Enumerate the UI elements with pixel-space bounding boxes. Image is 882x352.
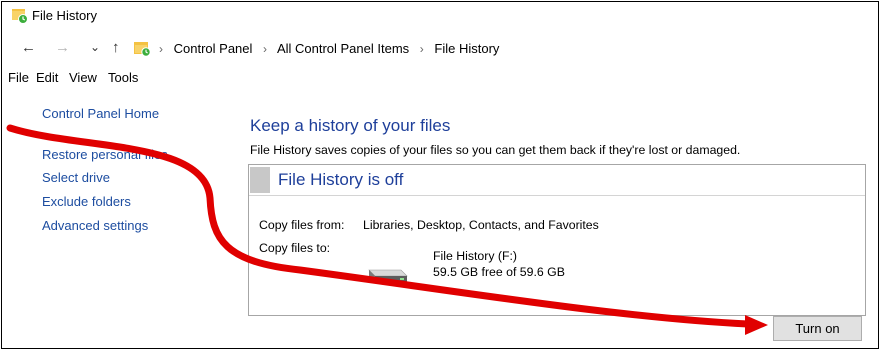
copy-to-label: Copy files to: [259, 241, 331, 255]
title-bar: File History [2, 2, 878, 30]
file-history-icon [12, 9, 28, 24]
status-panel: File History is off Copy files from: Lib… [248, 164, 866, 316]
sidebar-item-restore-personal-files[interactable]: Restore personal files [42, 147, 168, 162]
menu-tools[interactable]: Tools [108, 70, 138, 85]
drive-free-space: 59.5 GB free of 59.6 GB [433, 265, 565, 279]
menu-bar: File Edit View Tools [2, 67, 878, 89]
breadcrumb-separator: › [159, 42, 163, 56]
breadcrumb-all-items[interactable]: All Control Panel Items [277, 41, 409, 56]
menu-edit[interactable]: Edit [36, 70, 58, 85]
recent-locations-button[interactable]: ⌄ [90, 38, 100, 56]
sidebar-item-select-drive[interactable]: Select drive [42, 170, 110, 185]
window: File History ← → ⌄ ↑ › Control Panel › A… [1, 1, 879, 349]
drive-name: File History (F:) [433, 249, 518, 263]
breadcrumb-file-history[interactable]: File History [434, 41, 499, 56]
page-title: Keep a history of your files [250, 116, 451, 135]
sidebar-item-exclude-folders[interactable]: Exclude folders [42, 194, 131, 209]
back-button[interactable]: ← [21, 39, 36, 57]
menu-file[interactable]: File [8, 70, 29, 85]
breadcrumb-separator: › [263, 42, 268, 56]
breadcrumb-separator: › [419, 42, 424, 56]
control-panel-icon [134, 42, 151, 57]
status-indicator [250, 167, 270, 193]
up-button[interactable]: ↑ [112, 39, 120, 57]
breadcrumb: › Control Panel › All Control Panel Item… [152, 41, 499, 56]
address-row: ← → ⌄ ↑ › Control Panel › All Control Pa… [2, 34, 878, 64]
status-title: File History is off [278, 170, 404, 189]
turn-on-button[interactable]: Turn on [773, 316, 862, 341]
forward-button[interactable]: → [55, 39, 70, 57]
sidebar-item-advanced-settings[interactable]: Advanced settings [42, 218, 148, 233]
page-description: File History saves copies of your files … [250, 143, 741, 157]
copy-from-label: Copy files from: [259, 218, 345, 232]
copy-from-value: Libraries, Desktop, Contacts, and Favori… [363, 218, 599, 232]
status-header: File History is off [249, 165, 865, 196]
menu-view[interactable]: View [69, 70, 97, 85]
breadcrumb-control-panel[interactable]: Control Panel [174, 41, 253, 56]
sidebar-item-control-panel-home[interactable]: Control Panel Home [42, 106, 159, 121]
drive-icon [368, 269, 408, 283]
window-title: File History [32, 8, 98, 23]
